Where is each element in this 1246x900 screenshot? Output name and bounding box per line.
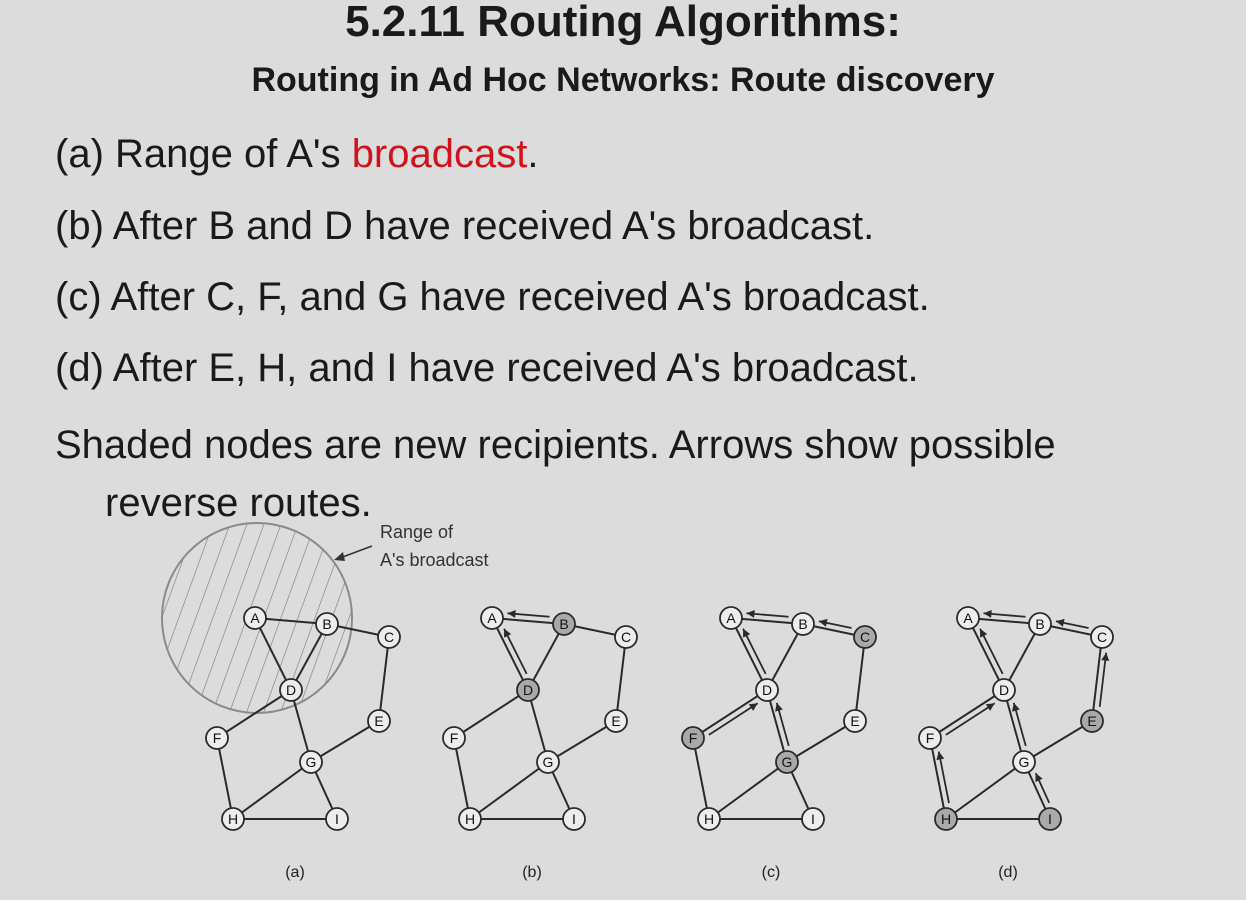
node-label-D: D — [523, 682, 533, 698]
edge-A-D — [730, 617, 768, 691]
node-label-B: B — [322, 616, 331, 632]
range-label-line1: Range of — [380, 522, 454, 542]
node-label-E: E — [850, 713, 859, 729]
edge-F-H — [216, 737, 234, 820]
arrowhead-C-B — [818, 618, 828, 627]
node-label-I: I — [572, 811, 576, 827]
node-label-E: E — [374, 713, 383, 729]
node-label-D: D — [999, 682, 1009, 698]
node-label-G: G — [782, 754, 793, 770]
edge-C-E — [854, 636, 866, 722]
node-label-B: B — [798, 616, 807, 632]
panel-caption-c: (c) — [762, 864, 781, 881]
slide-title: 5.2.11 Routing Algorithms: — [345, 0, 901, 46]
node-label-H: H — [941, 811, 951, 827]
edge-D-F — [453, 689, 529, 739]
note-line-1: Shaded nodes are new recipients. Arrows … — [55, 423, 1056, 467]
edge-G-H — [232, 761, 312, 820]
node-label-G: G — [543, 754, 554, 770]
node-label-F: F — [450, 730, 459, 746]
edge-E-G — [310, 720, 380, 763]
arrowhead-C-B — [1055, 618, 1065, 627]
node-label-B: B — [559, 616, 568, 632]
node-label-G: G — [306, 754, 317, 770]
node-label-F: F — [213, 730, 222, 746]
range-pointer-line — [339, 545, 373, 559]
panel-b: A B C D E F G H I (b) — [442, 606, 638, 881]
node-label-E: E — [1087, 713, 1096, 729]
edge-G-H — [469, 761, 549, 820]
edge-C-E — [378, 636, 390, 722]
node-label-C: C — [1097, 629, 1107, 645]
node-label-D: D — [762, 682, 772, 698]
node-label-C: C — [860, 629, 870, 645]
node-label-H: H — [704, 811, 714, 827]
panel-caption-a: (a) — [285, 864, 305, 881]
edge-C-E — [615, 636, 627, 722]
edge-D-F — [929, 689, 1005, 739]
node-label-I: I — [335, 811, 339, 827]
panel-c: A B C D E F G H I (c) — [681, 606, 877, 881]
panel-caption-b: (b) — [522, 864, 542, 881]
edge-E-G — [547, 720, 617, 763]
node-label-I: I — [1048, 811, 1052, 827]
node-label-A: A — [487, 610, 497, 626]
arrow-F-D — [708, 702, 759, 736]
edge-E-G — [1023, 720, 1093, 763]
edge-A-D — [967, 617, 1005, 691]
edge-G-H — [708, 761, 788, 820]
edge-A-D — [491, 617, 529, 691]
node-label-B: B — [1035, 616, 1044, 632]
bullet-c: (c) After C, F, and G have received A's … — [55, 275, 930, 319]
node-label-D: D — [286, 682, 296, 698]
arrow-E-C — [1098, 652, 1108, 707]
bullet-a-text: (a) Range of A's — [55, 132, 352, 176]
bullet-a: (a) Range of A's broadcast. — [55, 130, 538, 178]
panel-a: Range of A's broadcast A B C D E F G H I (a) — [161, 522, 489, 881]
bullet-b: (b) After B and D have received A's broa… — [55, 204, 875, 248]
bullet-a-end: . — [527, 132, 539, 176]
slide-subtitle: Routing in Ad Hoc Networks: Route discov… — [251, 61, 995, 99]
edge-G-H — [945, 761, 1025, 820]
node-label-H: H — [465, 811, 475, 827]
edge-C-E — [1091, 636, 1103, 722]
node-label-E: E — [611, 713, 620, 729]
edge-F-H — [692, 737, 710, 820]
range-label-line2: A's broadcast — [380, 550, 489, 570]
node-label-A: A — [726, 610, 736, 626]
arrow-F-D — [945, 702, 996, 736]
node-label-I: I — [811, 811, 815, 827]
node-label-A: A — [963, 610, 973, 626]
bullet-a-highlight: broadcast — [351, 132, 528, 176]
arrowhead-B-A — [983, 609, 992, 618]
edge-F-H — [453, 737, 471, 820]
edge-E-G — [786, 720, 856, 763]
node-label-G: G — [1019, 754, 1030, 770]
panel-d: A B C D E F G H I (d) — [918, 606, 1114, 881]
node-label-F: F — [926, 730, 935, 746]
arrowhead-B-A — [507, 609, 516, 618]
arrowhead-H-F — [936, 751, 945, 761]
panel-caption-d: (d) — [998, 864, 1018, 881]
arrowhead-B-A — [746, 609, 755, 618]
node-label-C: C — [384, 629, 394, 645]
node-label-H: H — [228, 811, 238, 827]
range-pointer-arrowhead — [334, 552, 345, 561]
node-label-A: A — [250, 610, 260, 626]
bullet-d: (d) After E, H, and I have received A's … — [55, 346, 919, 390]
node-label-F: F — [689, 730, 698, 746]
route-discovery-figure: Range of A's broadcast A B C D E F G H I (a) A B C D E F G… — [161, 522, 1114, 881]
node-label-C: C — [621, 629, 631, 645]
edge-D-F — [692, 689, 768, 739]
